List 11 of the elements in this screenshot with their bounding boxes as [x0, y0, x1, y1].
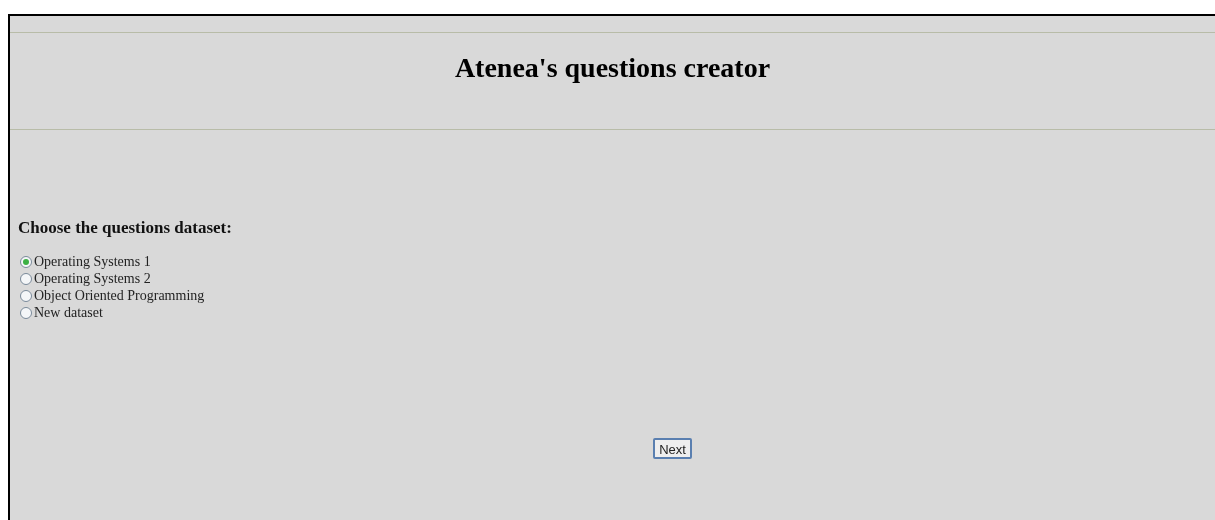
page-title: Atenea's questions creator — [453, 51, 772, 85]
option-label: New dataset — [34, 304, 103, 322]
option-label: Operating Systems 1 — [34, 253, 151, 271]
radio-button[interactable] — [20, 306, 32, 319]
radio-button[interactable] — [20, 272, 32, 285]
radio-button[interactable] — [20, 289, 32, 302]
section-heading: Choose the questions dataset: — [18, 217, 233, 239]
next-button[interactable]: Next — [653, 438, 692, 459]
option-label: Operating Systems 2 — [34, 270, 151, 288]
option-label: Object Oriented Programming — [34, 287, 205, 305]
radio-button[interactable] — [20, 255, 32, 268]
